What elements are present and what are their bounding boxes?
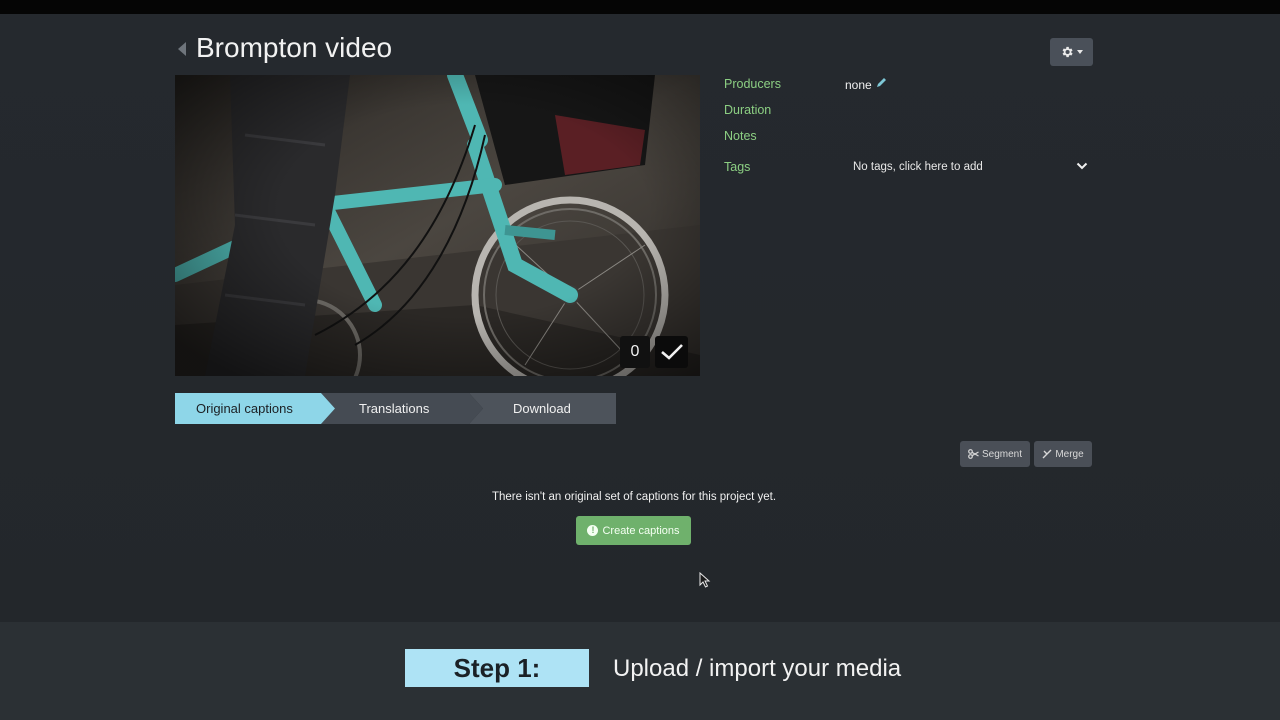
duration-label: Duration [724, 103, 772, 117]
notes-label: Notes [724, 129, 757, 143]
producers-value: none [845, 78, 872, 92]
create-captions-button[interactable]: ! Create captions [576, 516, 691, 545]
merge-icon [1042, 449, 1052, 459]
tab-translations[interactable]: Translations [321, 393, 483, 424]
back-arrow-icon[interactable] [178, 42, 186, 56]
merge-label: Merge [1055, 448, 1084, 460]
video-frame [175, 75, 700, 376]
window-top-bar [0, 0, 1280, 14]
chevron-down-icon[interactable] [1076, 160, 1088, 172]
chevron-down-icon [1077, 50, 1083, 54]
tags-field[interactable]: No tags, click here to add [853, 161, 983, 173]
pencil-icon[interactable] [875, 77, 887, 89]
video-player[interactable] [175, 75, 700, 376]
mouse-cursor-icon [699, 572, 711, 588]
step-badge: Step 1: [405, 649, 589, 687]
segment-label: Segment [981, 448, 1023, 460]
settings-button[interactable] [1050, 38, 1093, 66]
scissors-icon [968, 449, 979, 459]
tab-download[interactable]: Download [469, 393, 616, 424]
info-icon: ! [587, 525, 599, 536]
page-title: Brompton video [196, 32, 393, 63]
caption-count-badge: 0 [620, 336, 650, 368]
tab-original-captions[interactable]: Original captions [175, 393, 335, 424]
check-icon [660, 344, 683, 360]
merge-button[interactable]: Merge [1034, 441, 1092, 467]
gear-icon [1062, 46, 1073, 58]
caption-tabs: Original captions Translations Download [175, 393, 616, 424]
segment-button[interactable]: Segment [960, 441, 1030, 467]
approve-button[interactable] [655, 336, 688, 368]
producers-label: Producers [724, 77, 781, 91]
no-captions-message: There isn't an original set of captions … [491, 491, 777, 503]
step-description: Upload / import your media [613, 655, 902, 682]
create-captions-label: Create captions [602, 524, 680, 537]
tags-label: Tags [724, 160, 751, 174]
